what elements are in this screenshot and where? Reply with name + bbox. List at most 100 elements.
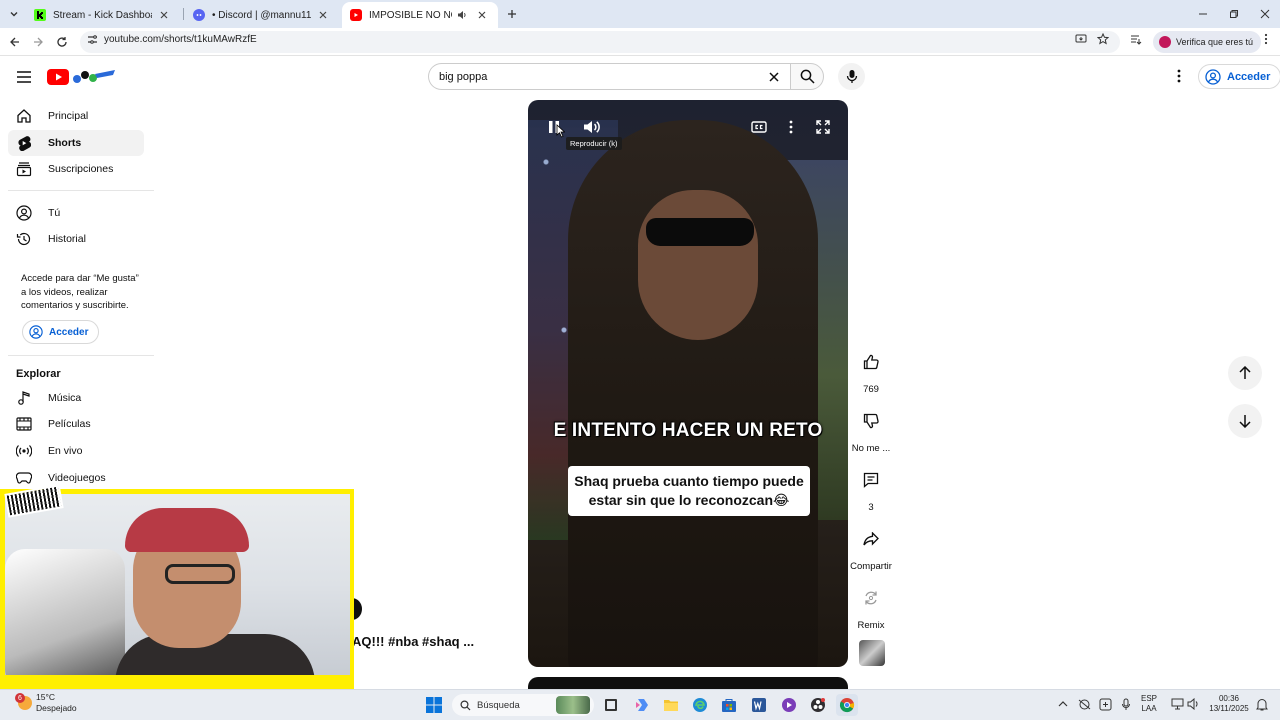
volume-tray-icon[interactable] xyxy=(1185,696,1201,712)
network-icon[interactable] xyxy=(1169,696,1185,712)
tray-sync-icon[interactable] xyxy=(1076,696,1092,712)
search-input[interactable] xyxy=(439,69,749,85)
background-short-title[interactable]: AQ!!! #nba #shaq ... xyxy=(352,634,474,649)
start-button[interactable] xyxy=(423,694,445,716)
speaker-icon[interactable] xyxy=(454,7,470,23)
video-caption-headline: E INTENTO HACER UN RETO xyxy=(553,420,823,441)
dislike-button[interactable] xyxy=(853,403,889,439)
settings-menu-button[interactable] xyxy=(1170,67,1188,85)
sidebar-item-label: Suscripciones xyxy=(48,163,114,175)
hamburger-icon xyxy=(17,71,31,83)
tab-search-button[interactable] xyxy=(4,4,24,24)
sidebar-signin-button[interactable]: Acceder xyxy=(22,320,100,344)
language-indicator[interactable]: ESP LAA xyxy=(1141,694,1157,714)
sidebar-item-shorts[interactable]: Shorts xyxy=(8,130,144,156)
next-short-button[interactable] xyxy=(1228,404,1262,438)
file-explorer-app[interactable] xyxy=(660,694,682,716)
sidebar-item-historial[interactable]: Historial xyxy=(8,226,144,252)
previous-short-button[interactable] xyxy=(1228,356,1262,390)
sidebar-item-principal[interactable]: Principal xyxy=(8,103,144,129)
show-hidden-icons[interactable] xyxy=(1055,696,1071,712)
voice-search-button[interactable] xyxy=(838,63,865,90)
mute-button[interactable] xyxy=(580,116,604,138)
close-icon xyxy=(769,72,779,82)
captions-button[interactable] xyxy=(747,116,771,138)
sidebar-item-tu[interactable]: Tú xyxy=(8,200,144,226)
share-action[interactable]: Compartir xyxy=(850,521,892,572)
comments-button[interactable] xyxy=(853,462,889,498)
bookmark-star-icon[interactable] xyxy=(1095,31,1111,47)
sidebar-item-musica[interactable]: Música xyxy=(8,385,144,411)
close-tab-icon[interactable] xyxy=(315,7,331,23)
tray-microphone-icon[interactable] xyxy=(1118,696,1134,712)
tray-app-icon[interactable] xyxy=(1097,696,1113,712)
install-app-icon[interactable] xyxy=(1073,31,1089,47)
forward-button[interactable] xyxy=(28,32,48,52)
notification-badge: 6 xyxy=(15,693,25,703)
store-app[interactable] xyxy=(718,694,740,716)
share-button[interactable] xyxy=(853,521,889,557)
site-info-icon[interactable] xyxy=(84,31,100,47)
close-tab-icon[interactable] xyxy=(156,7,172,23)
guide-menu-button[interactable] xyxy=(14,67,34,87)
shorts-video-player[interactable]: E INTENTO HACER UN RETO Shaq prueba cuan… xyxy=(528,100,848,667)
sidebar-divider xyxy=(8,190,154,191)
dislike-action[interactable]: No me ... xyxy=(852,403,890,454)
close-window-button[interactable] xyxy=(1250,0,1280,28)
arrow-up-icon xyxy=(1239,366,1251,379)
obs-app[interactable] xyxy=(807,694,829,716)
webcam-feed xyxy=(5,494,350,675)
remix-action[interactable]: Remix xyxy=(852,580,890,631)
edge-icon xyxy=(693,698,707,712)
youtube-logo-icon xyxy=(47,69,115,85)
sidebar-item-videojuegos[interactable]: Videojuegos xyxy=(8,465,144,491)
weather-widget[interactable]: 6 15°C Despejado xyxy=(15,692,77,714)
sidebar-item-en-vivo[interactable]: En vivo xyxy=(8,438,144,464)
search-box xyxy=(428,63,790,90)
tab-kick-dashboard[interactable]: Stream - Kick Dashboard xyxy=(26,2,180,28)
history-icon xyxy=(16,231,32,247)
chrome-app[interactable] xyxy=(836,694,858,716)
youtube-logo[interactable] xyxy=(47,68,117,86)
notifications-icon[interactable] xyxy=(1254,696,1270,712)
fullscreen-icon xyxy=(816,120,830,134)
more-vert-icon xyxy=(789,120,793,134)
fullscreen-button[interactable] xyxy=(811,116,835,138)
clock[interactable]: 00:36 13/11/2025 xyxy=(1206,694,1252,714)
restore-button[interactable] xyxy=(1219,0,1249,28)
header-signin-label: Acceder xyxy=(1227,70,1271,83)
edge-app[interactable] xyxy=(689,694,711,716)
taskbar-search[interactable]: Búsqueda xyxy=(452,694,594,716)
like-action[interactable]: 769 xyxy=(852,344,890,395)
minimize-button[interactable] xyxy=(1188,0,1218,28)
remix-button[interactable] xyxy=(853,580,889,616)
weather-sun-icon: 6 xyxy=(15,693,32,710)
task-view-button[interactable] xyxy=(600,694,622,716)
account-circle-icon xyxy=(1205,68,1221,85)
sidebar-item-suscripciones[interactable]: Suscripciones xyxy=(8,156,144,182)
copilot-app[interactable] xyxy=(631,694,653,716)
search-icon xyxy=(460,699,471,710)
like-button[interactable] xyxy=(853,344,889,380)
player-more-button[interactable] xyxy=(779,116,803,138)
search-button[interactable] xyxy=(790,63,824,90)
sidebar-item-peliculas[interactable]: Películas xyxy=(8,411,144,437)
back-button[interactable] xyxy=(5,32,25,52)
tab-discord[interactable]: • Discord | @mannu1152 xyxy=(185,2,339,28)
profile-verify-chip[interactable]: Verifica que eres tú xyxy=(1153,31,1262,53)
video-frame-face xyxy=(638,190,758,340)
sound-thumbnail[interactable] xyxy=(859,640,885,666)
header-signin-button[interactable]: Acceder xyxy=(1198,64,1280,89)
media-app[interactable] xyxy=(778,694,800,716)
new-tab-button[interactable] xyxy=(503,5,521,23)
comments-action[interactable]: 3 xyxy=(852,462,890,513)
sidebar-item-label: Música xyxy=(48,392,82,404)
clock-time: 00:36 xyxy=(1218,694,1240,703)
sidebar-item-label: Shorts xyxy=(48,137,82,149)
reload-button[interactable] xyxy=(52,32,72,52)
clear-search-button[interactable] xyxy=(766,69,782,85)
close-tab-icon[interactable] xyxy=(474,7,490,23)
tab-youtube-short[interactable]: IMPOSIBLE NO NOTAR A S xyxy=(342,2,498,28)
reading-list-icon[interactable] xyxy=(1128,31,1144,47)
word-app[interactable] xyxy=(748,694,770,716)
